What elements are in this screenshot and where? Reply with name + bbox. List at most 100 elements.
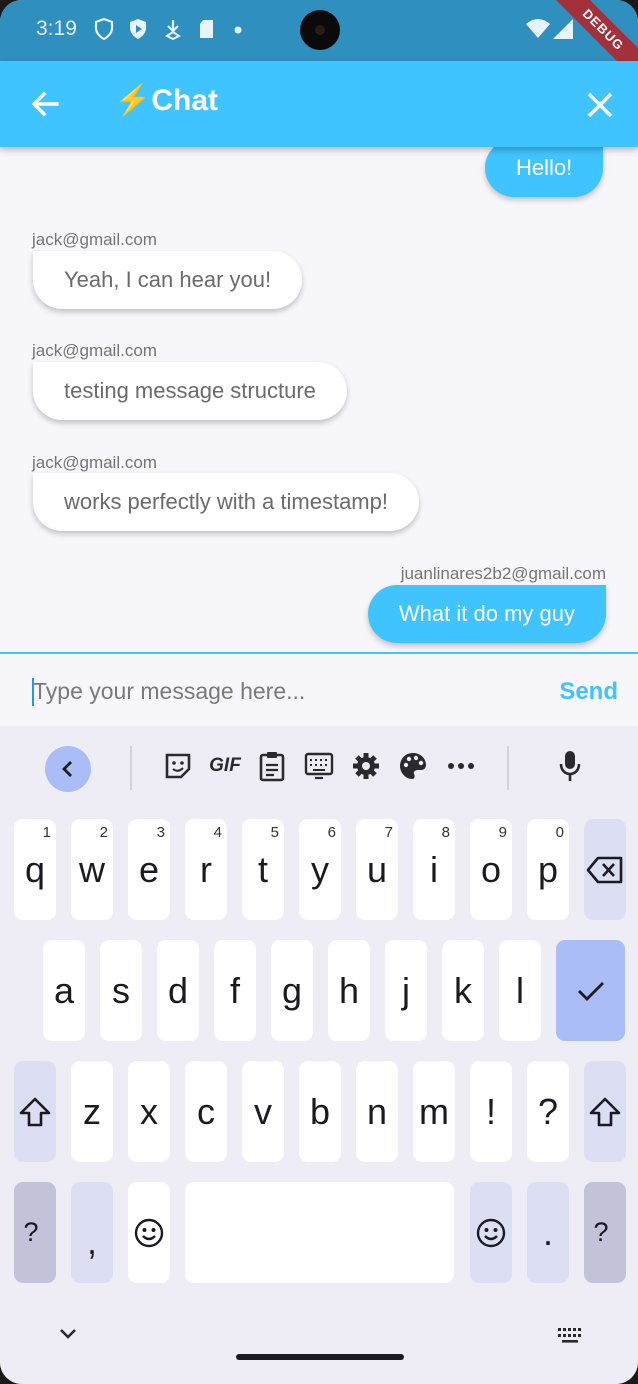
message-sender: jack@gmail.com bbox=[32, 341, 157, 360]
app-bar: ⚡Chat bbox=[0, 61, 638, 147]
clipboard-icon[interactable] bbox=[252, 746, 292, 786]
key-f[interactable]: f bbox=[214, 940, 256, 1041]
message-bubble-incoming: Yeah, I can hear you! bbox=[33, 251, 303, 309]
key-p[interactable]: p0 bbox=[527, 819, 569, 920]
gif-icon[interactable]: GIF bbox=[204, 746, 246, 786]
key-n[interactable]: n bbox=[356, 1061, 398, 1162]
download-icon bbox=[165, 20, 181, 40]
message-list[interactable]: Hello! jack@gmail.com Yeah, I can hear y… bbox=[0, 147, 638, 652]
message-sender: jack@gmail.com bbox=[32, 230, 157, 249]
key-hint: 7 bbox=[384, 824, 393, 841]
backspace-key[interactable] bbox=[584, 819, 626, 920]
key-y[interactable]: y6 bbox=[299, 819, 341, 920]
more-icon[interactable] bbox=[441, 746, 481, 786]
sticker-icon[interactable] bbox=[158, 746, 198, 786]
message-bubble-incoming: testing message structure bbox=[33, 362, 347, 420]
key-hint: 9 bbox=[498, 824, 507, 841]
key-comma[interactable]: , bbox=[71, 1182, 113, 1283]
key-g[interactable]: g bbox=[271, 940, 313, 1041]
key-label: q bbox=[24, 849, 46, 890]
key-hint: 6 bbox=[327, 824, 336, 841]
key-b[interactable]: b bbox=[299, 1061, 341, 1162]
backspace-icon bbox=[586, 856, 623, 883]
key-question[interactable]: ? bbox=[527, 1061, 569, 1162]
key-v[interactable]: v bbox=[242, 1061, 284, 1162]
emoji-key[interactable] bbox=[128, 1182, 170, 1283]
page-title: ⚡Chat bbox=[114, 84, 219, 117]
key-e[interactable]: e3 bbox=[128, 819, 170, 920]
key-label: o bbox=[480, 849, 502, 890]
shift-key[interactable] bbox=[14, 1061, 56, 1162]
key-j[interactable]: j bbox=[385, 940, 427, 1041]
status-bar: 3:19 DEBUG bbox=[0, 0, 638, 92]
emoji-icon bbox=[134, 1218, 164, 1247]
notification-dot-icon bbox=[234, 26, 242, 34]
key-label: p bbox=[537, 849, 559, 890]
phone-screen: 3:19 DEBUG ⚡Chat Hello! jack@gmail.com Y… bbox=[0, 0, 638, 1384]
key-c[interactable]: c bbox=[185, 1061, 227, 1162]
key-a[interactable]: a bbox=[43, 940, 85, 1041]
key-x[interactable]: x bbox=[128, 1061, 170, 1162]
key-i[interactable]: i8 bbox=[413, 819, 455, 920]
key-label: y bbox=[311, 849, 329, 890]
symbols-key[interactable]: ?123 bbox=[14, 1182, 56, 1283]
key-label: e bbox=[138, 849, 160, 890]
key-label: r bbox=[200, 849, 212, 890]
shift-key[interactable] bbox=[584, 1061, 626, 1162]
key-hint: 4 bbox=[213, 824, 222, 841]
key-exclamation[interactable]: ! bbox=[470, 1061, 512, 1162]
cell-signal-icon bbox=[553, 19, 573, 39]
settings-icon[interactable] bbox=[346, 746, 386, 786]
key-s[interactable]: s bbox=[100, 940, 142, 1041]
soft-keyboard: GIF q1 w2 e3 r4 t5 y 6 u 7 i 8 o 9 p 0 a… bbox=[0, 726, 638, 1384]
shift-icon bbox=[589, 1097, 621, 1126]
key-r[interactable]: r4 bbox=[185, 819, 227, 920]
key-period[interactable]: . bbox=[527, 1182, 569, 1283]
toolbar-divider bbox=[130, 746, 132, 790]
key-t[interactable]: t5 bbox=[242, 819, 284, 920]
key-l[interactable]: l bbox=[499, 940, 541, 1041]
key-label: i bbox=[430, 849, 438, 890]
key-z[interactable]: z bbox=[71, 1061, 113, 1162]
vpn-shield-icon bbox=[94, 18, 114, 40]
front-camera bbox=[300, 10, 340, 50]
key-w[interactable]: w2 bbox=[71, 819, 113, 920]
spacebar[interactable] bbox=[185, 1182, 454, 1283]
key-m[interactable]: m bbox=[413, 1061, 455, 1162]
microphone-icon[interactable] bbox=[550, 746, 590, 786]
wifi-icon bbox=[526, 19, 550, 38]
message-composer: Type your message here... Send bbox=[0, 652, 638, 726]
emoji-icon bbox=[476, 1218, 506, 1247]
keyboard-switcher-icon[interactable] bbox=[556, 1326, 584, 1344]
chevron-left-icon[interactable] bbox=[45, 746, 91, 792]
checkmark-icon bbox=[577, 981, 604, 1001]
play-protect-icon bbox=[130, 19, 146, 39]
key-label: t bbox=[257, 849, 268, 890]
key-u[interactable]: u7 bbox=[356, 819, 398, 920]
send-button[interactable]: Send bbox=[559, 678, 618, 706]
enter-key[interactable] bbox=[556, 940, 625, 1041]
key-o[interactable]: o9 bbox=[470, 819, 512, 920]
symbols-key[interactable]: ?123 bbox=[584, 1182, 626, 1283]
home-gesture-bar[interactable] bbox=[236, 1354, 404, 1360]
toolbar-divider bbox=[507, 746, 509, 790]
key-hint: 0 bbox=[555, 824, 564, 841]
key-k[interactable]: k bbox=[442, 940, 484, 1041]
message-input[interactable]: Type your message here... bbox=[33, 678, 305, 705]
emoji-key[interactable] bbox=[470, 1182, 512, 1283]
close-icon[interactable] bbox=[586, 91, 614, 119]
key-hint: 3 bbox=[156, 824, 165, 841]
palette-icon[interactable] bbox=[393, 746, 433, 786]
message-bubble-incoming: works perfectly with a timestamp! bbox=[33, 473, 419, 531]
key-label: u bbox=[366, 849, 388, 890]
hide-keyboard-chevron-icon[interactable] bbox=[56, 1326, 80, 1342]
sd-card-icon bbox=[200, 20, 213, 38]
key-h[interactable]: h bbox=[328, 940, 370, 1041]
keyboard-icon[interactable] bbox=[299, 746, 339, 786]
key-q[interactable]: q1 bbox=[14, 819, 56, 920]
key-label: w bbox=[79, 849, 105, 890]
key-hint: 2 bbox=[99, 824, 108, 841]
key-hint: 8 bbox=[441, 824, 450, 841]
back-arrow-icon[interactable] bbox=[30, 89, 60, 119]
key-d[interactable]: d bbox=[157, 940, 199, 1041]
